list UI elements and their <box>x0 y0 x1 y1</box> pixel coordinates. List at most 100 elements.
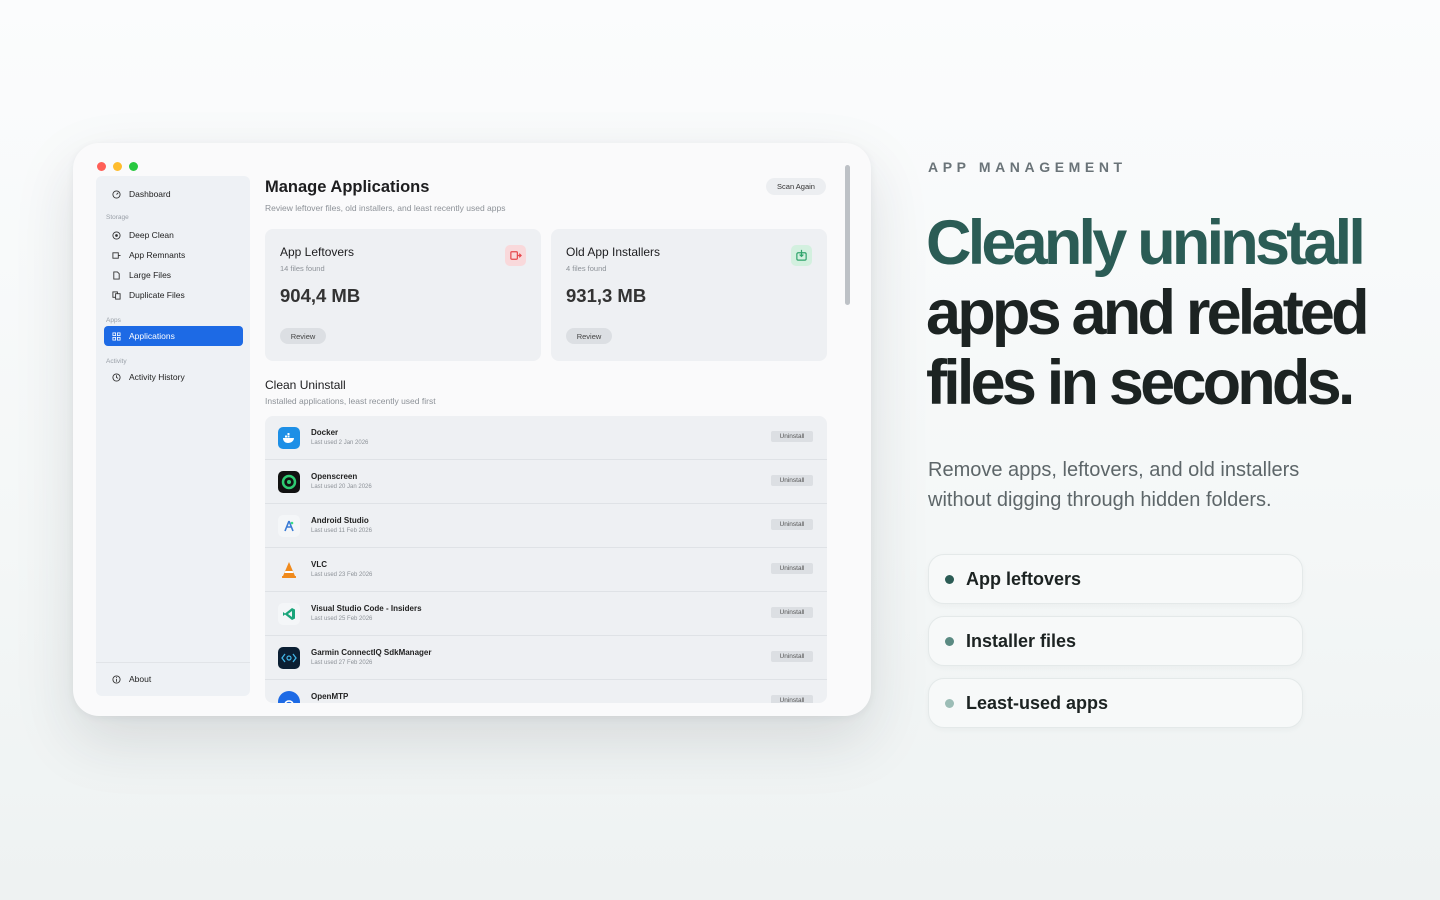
sidebar-divider <box>96 662 250 663</box>
card-title: Old App Installers <box>566 245 661 259</box>
docker-icon <box>278 427 300 449</box>
card-count: 14 files found <box>280 264 325 273</box>
uninstall-button[interactable]: Uninstall <box>771 519 813 530</box>
sidebar-item-large-files[interactable]: Large Files <box>104 265 243 285</box>
applications-icon <box>111 331 121 341</box>
feature-pill: Installer files <box>928 616 1303 666</box>
leftovers-icon <box>505 245 526 266</box>
sidebar-item-label: Duplicate Files <box>129 290 185 300</box>
sidebar-item-label: Large Files <box>129 270 172 280</box>
bullet-dot-icon <box>945 574 954 584</box>
page-subtitle: Review leftover files, old installers, a… <box>265 203 506 213</box>
headline-line-1: Cleanly uninstall <box>926 208 1366 278</box>
feature-pill: App leftovers <box>928 554 1303 604</box>
bullet-dot-icon <box>945 698 954 708</box>
close-window-button[interactable] <box>97 162 106 171</box>
bullet-dot-icon <box>945 636 954 646</box>
remnants-icon <box>111 250 121 260</box>
app-last-used: Last used 25 Feb 2026 <box>311 616 373 622</box>
headline: Cleanly uninstall apps and related files… <box>926 208 1370 418</box>
sidebar-section-apps: Apps <box>106 317 121 324</box>
window-controls <box>97 162 138 171</box>
dashboard-icon <box>111 189 121 199</box>
deep-clean-icon <box>111 230 121 240</box>
body-text: Remove apps, leftovers, and old installe… <box>928 459 1300 511</box>
app-leftovers-card: App Leftovers 14 files found 904,4 MB Re… <box>265 229 541 361</box>
sidebar-item-dashboard[interactable]: Dashboard <box>104 184 243 204</box>
sidebar-section-storage: Storage <box>106 214 129 221</box>
scrollbar[interactable] <box>845 165 850 305</box>
sidebar-item-activity-history[interactable]: Activity History <box>104 367 243 387</box>
review-leftovers-button[interactable]: Review <box>280 328 326 344</box>
app-name: Docker <box>311 428 339 437</box>
sidebar: Dashboard Storage Deep Clean App Remnant… <box>96 176 250 696</box>
openscreen-icon <box>278 471 300 493</box>
installer-icon <box>791 245 812 266</box>
sidebar-item-duplicate-files[interactable]: Duplicate Files <box>104 285 243 305</box>
clean-uninstall-subtitle: Installed applications, least recently u… <box>265 396 436 406</box>
sidebar-item-app-remnants[interactable]: App Remnants <box>104 245 243 265</box>
garmin-icon <box>278 647 300 669</box>
sidebar-item-label: Applications <box>129 331 175 341</box>
sidebar-item-label: App Remnants <box>129 250 186 260</box>
sidebar-item-label: Dashboard <box>129 189 171 199</box>
sidebar-item-label: Deep Clean <box>129 230 174 240</box>
uninstall-button[interactable]: Uninstall <box>771 607 813 618</box>
minimize-window-button[interactable] <box>113 162 122 171</box>
headline-line-3: files in seconds. <box>926 348 1355 418</box>
android-studio-icon <box>278 515 300 537</box>
vlc-icon <box>278 559 300 581</box>
feature-label: Installer files <box>966 630 1077 651</box>
app-last-used: Last used 27 Feb 2026 <box>311 660 373 666</box>
feature-label: Least-used apps <box>966 692 1109 713</box>
sidebar-item-label: About <box>129 674 152 684</box>
page-title: Manage Applications <box>265 178 430 196</box>
large-files-icon <box>111 270 121 280</box>
duplicate-icon <box>111 290 121 300</box>
app-last-used: Last used 23 Feb 2026 <box>311 572 373 578</box>
uninstall-button[interactable]: Uninstall <box>771 563 813 574</box>
app-last-used: Last used 11 Feb 2026 <box>311 528 372 534</box>
uninstall-button[interactable]: Uninstall <box>771 431 813 442</box>
history-icon <box>111 372 121 382</box>
scan-again-button[interactable]: Scan Again <box>766 178 826 195</box>
sidebar-item-applications[interactable]: Applications <box>104 326 243 346</box>
app-window: Dashboard Storage Deep Clean App Remnant… <box>73 143 871 716</box>
openmtp-icon <box>278 691 300 703</box>
app-name: OpenMTP <box>311 692 349 701</box>
sidebar-section-activity: Activity <box>106 358 127 365</box>
table-row: VLC Last used 23 Feb 2026 Uninstall <box>265 548 827 592</box>
info-icon <box>111 674 121 684</box>
sidebar-item-about[interactable]: About <box>104 669 243 689</box>
sidebar-item-deep-clean[interactable]: Deep Clean <box>104 225 243 245</box>
feature-pill: Least-used apps <box>928 678 1303 728</box>
app-last-used: Last used 20 Jan 2026 <box>311 484 372 490</box>
clean-uninstall-title: Clean Uninstall <box>265 378 346 392</box>
card-count: 4 files found <box>566 264 607 273</box>
app-name: Visual Studio Code - Insiders <box>311 604 422 613</box>
app-name: Openscreen <box>311 472 358 481</box>
app-name: Garmin ConnectIQ SdkManager <box>311 648 432 657</box>
uninstall-button[interactable]: Uninstall <box>771 475 813 486</box>
table-row: OpenMTP Uninstall <box>265 680 827 703</box>
table-row: Docker Last used 2 Jan 2026 Uninstall <box>265 416 827 460</box>
feature-label: App leftovers <box>966 568 1082 589</box>
card-size: 931,3 MB <box>566 285 647 306</box>
review-installers-button[interactable]: Review <box>566 328 612 344</box>
app-name: Android Studio <box>311 516 369 525</box>
headline-line-2: apps and related <box>926 278 1370 348</box>
app-list: Docker Last used 2 Jan 2026 Uninstall Op… <box>265 416 827 703</box>
vscode-insiders-icon <box>278 603 300 625</box>
uninstall-button[interactable]: Uninstall <box>771 695 813 703</box>
sidebar-item-label: Activity History <box>129 372 185 382</box>
uninstall-button[interactable]: Uninstall <box>771 651 813 662</box>
eyebrow-label: APP MANAGEMENT <box>928 159 1127 175</box>
card-size: 904,4 MB <box>280 285 361 306</box>
table-row: Openscreen Last used 20 Jan 2026 Uninsta… <box>265 460 827 504</box>
app-last-used: Last used 2 Jan 2026 <box>311 440 369 446</box>
table-row: Garmin ConnectIQ SdkManager Last used 27… <box>265 636 827 680</box>
table-row: Android Studio Last used 11 Feb 2026 Uni… <box>265 504 827 548</box>
old-installers-card: Old App Installers 4 files found 931,3 M… <box>551 229 827 361</box>
table-row: Visual Studio Code - Insiders Last used … <box>265 592 827 636</box>
zoom-window-button[interactable] <box>129 162 138 171</box>
